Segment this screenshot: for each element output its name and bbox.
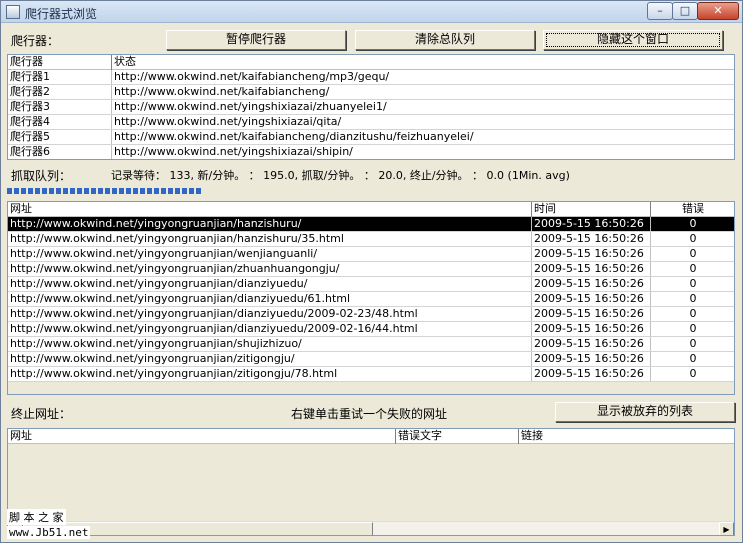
fetch-time: 2009-5-15 16:50:26 [532,217,651,231]
fetch-queue-label: 抓取队列： [11,169,72,183]
column-time[interactable]: 时间 [532,202,651,217]
fetch-errors: 0 [651,277,734,291]
crawler-status: http://www.okwind.net/yingshixiazai/qita… [112,115,734,129]
crawler-name: 爬行器6 [8,145,112,159]
fetch-errors: 0 [651,322,734,336]
fetch-errors: 0 [651,307,734,321]
title-bar[interactable]: 爬行器式浏览 – □ ✕ [1,1,742,23]
horizontal-scrollbar[interactable]: ◀ ▶ [8,521,734,535]
fetch-errors: 0 [651,367,734,381]
watermark-url: www.Jb51.net [7,526,91,539]
column-url[interactable]: 网址 [8,202,532,217]
fetch-errors: 0 [651,232,734,246]
fetch-list-header: 网址 时间 错误 [8,202,734,217]
fetch-row[interactable]: http://www.okwind.net/yingyongruanjian/w… [8,247,734,262]
crawler-row[interactable]: 爬行器1 http://www.okwind.net/kaifabianchen… [8,70,734,85]
crawler-status: http://www.okwind.net/kaifabiancheng/dia… [112,130,734,144]
column-url[interactable]: 网址 [8,429,396,444]
queue-progress-bar [7,188,207,194]
fetch-errors: 0 [651,337,734,351]
fetch-errors: 0 [651,292,734,306]
watermark-text: 脚 本 之 家 [7,509,66,525]
crawler-row[interactable]: 爬行器3 http://www.okwind.net/yingshixiazai… [8,100,734,115]
pause-crawler-button[interactable]: 暂停爬行器 [166,30,346,50]
fetch-url: http://www.okwind.net/yingyongruanjian/d… [8,292,532,306]
show-abandoned-list-button[interactable]: 显示被放弃的列表 [555,402,735,422]
terminated-list-header: 网址 错误文字 链接 [8,429,734,444]
maximize-button[interactable]: □ [672,2,698,20]
crawler-row[interactable]: 爬行器5 http://www.okwind.net/kaifabianchen… [8,130,734,145]
terminated-url-label: 终止网址： [11,407,72,421]
fetch-row-selected[interactable]: http://www.okwind.net/yingyongruanjian/h… [8,217,734,232]
crawler-name: 爬行器5 [8,130,112,144]
fetch-url: http://www.okwind.net/yingyongruanjian/w… [8,247,532,261]
crawler-list-header: 爬行器 状态 [8,55,734,70]
fetch-time: 2009-5-15 16:50:26 [532,352,651,366]
fetch-url: http://www.okwind.net/yingyongruanjian/d… [8,322,532,336]
fetch-url: http://www.okwind.net/yingyongruanjian/s… [8,337,532,351]
crawler-row[interactable]: 爬行器6 http://www.okwind.net/yingshixiazai… [8,145,734,159]
column-status[interactable]: 状态 [112,55,734,70]
fetch-row[interactable]: http://www.okwind.net/yingyongruanjian/s… [8,337,734,352]
column-crawler[interactable]: 爬行器 [8,55,112,70]
fetch-errors: 0 [651,262,734,276]
fetch-row[interactable]: http://www.okwind.net/yingyongruanjian/z… [8,262,734,277]
fetch-list-empty-area [8,382,734,394]
fetch-errors: 0 [651,247,734,261]
fetch-row[interactable]: http://www.okwind.net/yingyongruanjian/d… [8,277,734,292]
fetch-errors: 0 [651,217,734,231]
fetch-time: 2009-5-15 16:50:26 [532,337,651,351]
terminated-list[interactable]: 网址 错误文字 链接 ◀ ▶ [7,428,735,536]
crawler-status: http://www.okwind.net/kaifabiancheng/mp3… [112,70,734,84]
crawler-row[interactable]: 爬行器2 http://www.okwind.net/kaifabianchen… [8,85,734,100]
hide-window-button[interactable]: 隐藏这个窗口 [543,30,723,50]
crawler-label: 爬行器： [11,34,60,48]
fetch-url: http://www.okwind.net/yingyongruanjian/z… [8,352,532,366]
fetch-row[interactable]: http://www.okwind.net/yingyongruanjian/d… [8,292,734,307]
crawler-name: 爬行器1 [8,70,112,84]
crawler-status: http://www.okwind.net/yingshixiazai/ship… [112,145,734,159]
close-button[interactable]: ✕ [697,2,739,20]
column-errors[interactable]: 错误 [651,202,734,217]
fetch-row[interactable]: http://www.okwind.net/yingyongruanjian/z… [8,352,734,367]
fetch-url: http://www.okwind.net/yingyongruanjian/z… [8,367,532,381]
fetch-time: 2009-5-15 16:50:26 [532,307,651,321]
fetch-row[interactable]: http://www.okwind.net/yingyongruanjian/d… [8,307,734,322]
crawler-name: 爬行器3 [8,100,112,114]
clear-queue-button[interactable]: 清除总队列 [355,30,535,50]
fetch-url: http://www.okwind.net/yingyongruanjian/h… [8,232,532,246]
fetch-url: http://www.okwind.net/yingyongruanjian/d… [8,277,532,291]
crawler-status: http://www.okwind.net/kaifabiancheng/ [112,85,734,99]
fetch-time: 2009-5-15 16:50:26 [532,367,651,381]
column-error-text[interactable]: 错误文字 [396,429,519,444]
window-title: 爬行器式浏览 [25,7,98,21]
fetch-row[interactable]: http://www.okwind.net/yingyongruanjian/d… [8,322,734,337]
fetch-time: 2009-5-15 16:50:26 [532,232,651,246]
fetch-time: 2009-5-15 16:50:26 [532,277,651,291]
retry-hint: 右键单击重试一个失败的网址 [291,407,448,421]
fetch-row[interactable]: http://www.okwind.net/yingyongruanjian/h… [8,232,734,247]
fetch-errors: 0 [651,352,734,366]
minimize-button[interactable]: – [647,2,673,20]
crawler-status: http://www.okwind.net/yingshixiazai/zhua… [112,100,734,114]
fetch-time: 2009-5-15 16:50:26 [532,247,651,261]
crawler-list[interactable]: 爬行器 状态 爬行器1 http://www.okwind.net/kaifab… [7,54,735,160]
scroll-right-arrow-icon[interactable]: ▶ [719,522,734,535]
fetch-time: 2009-5-15 16:50:26 [532,322,651,336]
crawler-name: 爬行器4 [8,115,112,129]
fetch-list[interactable]: 网址 时间 错误 http://www.okwind.net/yingyongr… [7,201,735,395]
fetch-url: http://www.okwind.net/yingyongruanjian/h… [8,217,532,231]
fetch-time: 2009-5-15 16:50:26 [532,262,651,276]
fetch-url: http://www.okwind.net/yingyongruanjian/d… [8,307,532,321]
column-link[interactable]: 链接 [519,429,734,444]
queue-stats: 记录等待： 133, 新/分钟。 ： 195.0, 抓取/分钟。 ： 20.0,… [111,169,570,182]
crawler-browse-window: 爬行器式浏览 – □ ✕ 爬行器： 暂停爬行器 清除总队列 隐藏这个窗口 爬行器… [0,0,743,543]
fetch-time: 2009-5-15 16:50:26 [532,292,651,306]
fetch-url: http://www.okwind.net/yingyongruanjian/z… [8,262,532,276]
app-icon [6,5,20,19]
crawler-row[interactable]: 爬行器4 http://www.okwind.net/yingshixiazai… [8,115,734,130]
fetch-row[interactable]: http://www.okwind.net/yingyongruanjian/z… [8,367,734,382]
crawler-name: 爬行器2 [8,85,112,99]
